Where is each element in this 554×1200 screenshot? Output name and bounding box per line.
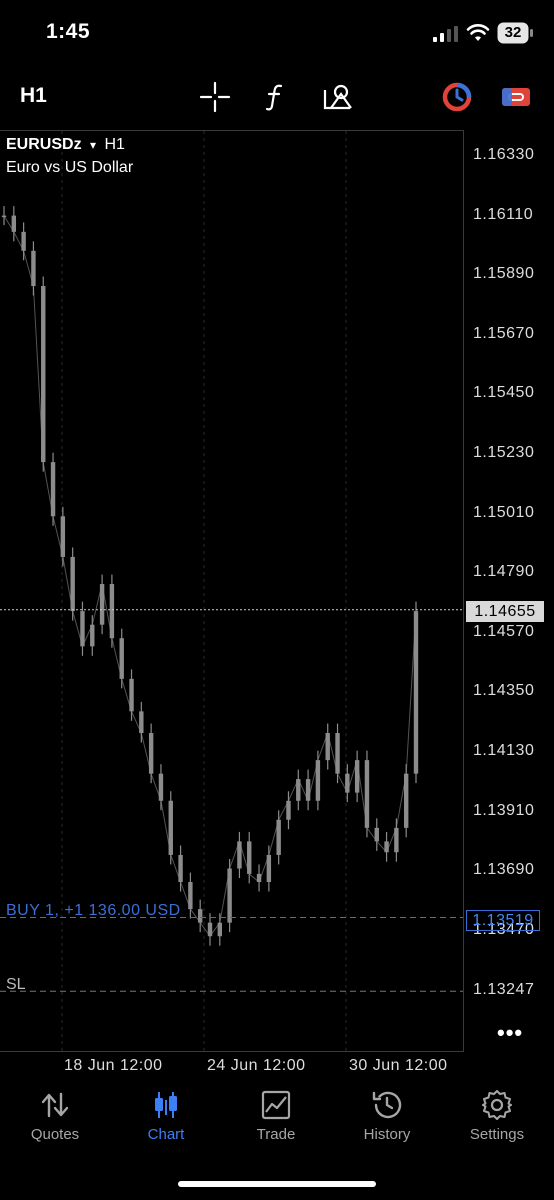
buy-position-label[interactable]: BUY 1, +1 136.00 USD [6,902,181,920]
price-tick-label: 1.14130 [473,742,535,759]
price-tick-label: 1.15230 [473,444,535,461]
symbol-timeframe: H1 [104,136,125,153]
price-tick-label: 1.15890 [473,265,535,283]
price-tick-label: 1.15670 [473,324,535,342]
status-time: 1:45 [46,20,91,43]
timeframe-button[interactable]: H1 [20,84,47,108]
tab-label: Trade [256,1126,296,1143]
symbol-selector[interactable]: EURUSDz ▾ H1 [6,136,125,154]
price-line [3,215,417,938]
function-icon[interactable] [260,81,292,113]
time-tick-label: 18 Jun 12:00 [64,1057,163,1074]
price-tick-label: 1.14570 [473,622,535,640]
symbol-name: EURUSDz [6,136,82,153]
price-tick-label: 1.13690 [473,861,535,879]
battery-indicator: 32 [497,22,533,44]
home-indicator [178,1181,376,1187]
wifi-icon [466,24,490,41]
tab-chart[interactable]: Chart [111,1088,221,1143]
tab-label: Chart [147,1126,185,1143]
price-tick-label: 1.15010 [473,503,535,521]
tab-label: Settings [469,1126,525,1143]
current-price-label: 1.14655 [466,601,544,622]
dropdown-arrow-icon: ▾ [90,138,97,152]
price-tick-label: 1.15450 [473,384,535,402]
trade-icon [261,1090,291,1120]
objects-icon[interactable] [322,81,354,113]
price-tick-label: 1.16330 [473,146,535,163]
tab-settings[interactable]: Settings [442,1088,552,1143]
tab-quotes[interactable]: Quotes [0,1088,110,1143]
buy-price-label: 1.13519 [466,910,540,931]
history-icon [372,1091,402,1119]
tab-trade[interactable]: Trade [221,1088,331,1143]
symbol-description: Euro vs US Dollar [6,159,134,176]
price-tick-label: 1.13910 [473,801,535,819]
one-click-trading-icon[interactable] [441,81,473,113]
price-tick-label: 1.14350 [473,682,535,700]
time-tick-label: 24 Jun 12:00 [207,1057,306,1074]
chart-candles-icon [155,1092,177,1118]
quotes-icon [41,1092,69,1118]
cellular-signal-icon [433,26,458,42]
price-tick-label: 1.14790 [473,563,535,581]
more-options-button[interactable]: ••• [497,1020,523,1046]
stop-loss-label[interactable]: SL [6,976,26,994]
time-tick-label: 30 Jun 12:00 [349,1057,448,1074]
crosshair-icon[interactable] [199,81,231,113]
settings-icon [482,1090,512,1120]
account-link-icon[interactable] [500,81,532,113]
battery-percent: 32 [504,24,522,41]
price-tick-label: 1.16110 [473,205,534,223]
tab-label: History [363,1126,411,1143]
price-tick-label: 1.13247 [473,981,535,999]
tab-label: Quotes [30,1126,80,1143]
tab-history[interactable]: History [332,1088,442,1143]
